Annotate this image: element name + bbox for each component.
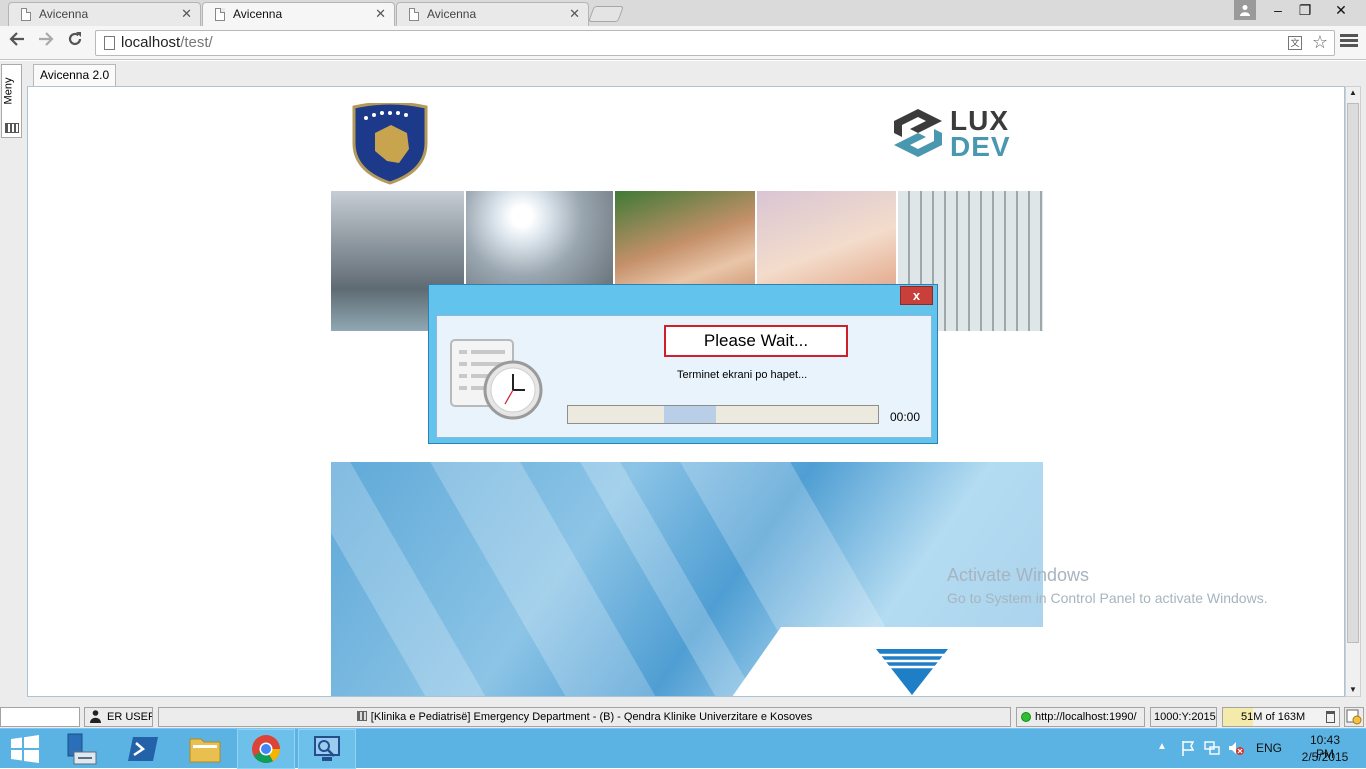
- network-monitor-icon: [314, 736, 340, 761]
- status-memory[interactable]: 51M of 163M: [1222, 707, 1340, 727]
- browser-tab-strip: Avicenna ✕ Avicenna ✕ Avicenna ✕ – ❐ ✕: [0, 0, 1366, 26]
- input-language[interactable]: ENG: [1256, 741, 1282, 755]
- lock-clock-icon: [1346, 709, 1362, 725]
- browser-tab-3[interactable]: Avicenna ✕: [396, 2, 589, 26]
- v-logo-icon: [876, 649, 948, 695]
- address-bar[interactable]: localhost/test/ 文 ☆: [95, 30, 1335, 56]
- clock-document-icon: [450, 339, 543, 420]
- please-wait-dialog: x Please Wait... Terminet ekrani po hape…: [428, 284, 938, 444]
- clock-date[interactable]: 2/5/2015: [1300, 750, 1350, 764]
- dialog-body: Please Wait... Terminet ekrani po hapet.…: [436, 315, 932, 438]
- tab-title: Avicenna: [39, 7, 89, 21]
- department-text: [Klinika e Pediatrisë] Emergency Departm…: [370, 711, 813, 723]
- network-icon[interactable]: [1204, 740, 1220, 756]
- action-center-flag-icon[interactable]: [1180, 740, 1196, 756]
- taskbar-chrome[interactable]: [237, 729, 295, 769]
- memory-total: of 163M: [1265, 711, 1306, 723]
- luxdev-logo: LUX DEV: [890, 105, 1020, 162]
- page-favicon-icon: [215, 8, 225, 21]
- windows-taskbar: ▲ ENG 10:43 PM 2/5/2015: [0, 728, 1366, 769]
- tray-show-hidden-icon[interactable]: ▲: [1157, 741, 1167, 752]
- browser-tab-2[interactable]: Avicenna ✕: [202, 2, 395, 26]
- translate-icon[interactable]: 文: [1288, 36, 1302, 50]
- status-server-url[interactable]: http://localhost:1990/: [1016, 707, 1145, 727]
- department-icon: [356, 711, 367, 721]
- blue-background-panel: [331, 462, 1043, 696]
- activate-windows-title: Activate Windows: [947, 565, 1090, 585]
- luxdev-mark-icon: [894, 109, 942, 157]
- person-icon: [1240, 5, 1250, 16]
- taskbar-powershell[interactable]: [114, 729, 172, 769]
- tab-title: Avicenna: [427, 7, 477, 21]
- back-arrow-icon: [9, 32, 24, 46]
- status-department[interactable]: [Klinika e Pediatrisë] Emergency Departm…: [158, 707, 1011, 727]
- please-wait-label: Please Wait...: [664, 325, 848, 357]
- app-status-bar: ER USER [Klinika e Pediatrisë] Emergency…: [0, 705, 1366, 728]
- tab-close-icon[interactable]: ✕: [181, 3, 192, 25]
- status-lock-button[interactable]: [1344, 707, 1364, 727]
- back-button[interactable]: [5, 30, 29, 54]
- app-tab-avicenna[interactable]: Avicenna 2.0: [33, 64, 117, 86]
- memory-used: 51M: [1241, 711, 1263, 723]
- meny-label: Meny: [2, 77, 15, 105]
- volume-muted-icon[interactable]: [1228, 740, 1244, 756]
- close-window-button[interactable]: ✕: [1318, 0, 1364, 20]
- status-blank-field: [0, 707, 80, 727]
- progress-fill: [664, 406, 716, 423]
- server-url-text: http://localhost:1990/: [1035, 711, 1137, 723]
- meny-grid-icon: [5, 123, 19, 133]
- new-tab-button[interactable]: [588, 6, 624, 22]
- restore-button[interactable]: ❐: [1292, 0, 1318, 20]
- start-button[interactable]: [0, 729, 50, 769]
- taskbar-file-explorer[interactable]: [176, 729, 234, 769]
- dialog-close-button[interactable]: x: [900, 286, 933, 305]
- powershell-icon: [128, 737, 158, 761]
- taskbar-server-manager[interactable]: [52, 729, 110, 769]
- activate-windows-subtitle: Go to System in Control Panel to activat…: [947, 590, 1268, 606]
- status-user[interactable]: ER USER: [84, 707, 153, 727]
- taskbar-remote-app[interactable]: [298, 729, 356, 769]
- progress-bar: [567, 405, 879, 424]
- windows-logo-icon: [11, 735, 39, 763]
- user-icon: [90, 710, 101, 723]
- url-text[interactable]: localhost/test/: [121, 34, 213, 51]
- meny-sidebar-tab[interactable]: Meny: [1, 64, 22, 138]
- reload-icon: [68, 32, 82, 46]
- folder-icon: [189, 738, 221, 763]
- reload-button[interactable]: [63, 30, 87, 54]
- status-message: Terminet ekrani po hapet...: [677, 369, 808, 381]
- dev-text: DEV: [950, 131, 1011, 162]
- scroll-down-icon[interactable]: ▼: [1348, 685, 1358, 695]
- tab-close-icon[interactable]: ✕: [569, 3, 580, 25]
- kosovo-emblem-icon: [352, 103, 428, 185]
- page-icon: [104, 36, 115, 50]
- connection-status-icon: [1021, 712, 1031, 722]
- scrollbar-thumb[interactable]: [1347, 103, 1359, 643]
- vertical-scrollbar[interactable]: ▲ ▼: [1345, 86, 1361, 697]
- forward-arrow-icon: [39, 32, 54, 46]
- tab-title: Avicenna: [233, 7, 283, 21]
- scroll-up-icon[interactable]: ▲: [1348, 88, 1358, 98]
- chrome-icon: [252, 735, 280, 763]
- user-profile-button[interactable]: [1234, 0, 1256, 20]
- forward-button[interactable]: [34, 30, 58, 54]
- bookmark-star-icon[interactable]: ☆: [1312, 32, 1328, 53]
- elapsed-time: 00:00: [890, 410, 921, 424]
- trash-icon[interactable]: [1326, 711, 1335, 723]
- status-code: 1000:Y:2015: [1150, 707, 1217, 727]
- page-favicon-icon: [21, 8, 31, 21]
- browser-tab-1[interactable]: Avicenna ✕: [8, 2, 201, 26]
- server-manager-icon: [67, 733, 97, 765]
- chrome-menu-icon[interactable]: [1340, 32, 1358, 50]
- page-favicon-icon: [409, 8, 419, 21]
- user-name: ER USER: [107, 711, 153, 723]
- tab-close-icon[interactable]: ✕: [375, 3, 386, 25]
- browser-toolbar: localhost/test/ 文 ☆: [0, 26, 1366, 60]
- minimize-button[interactable]: –: [1264, 0, 1292, 20]
